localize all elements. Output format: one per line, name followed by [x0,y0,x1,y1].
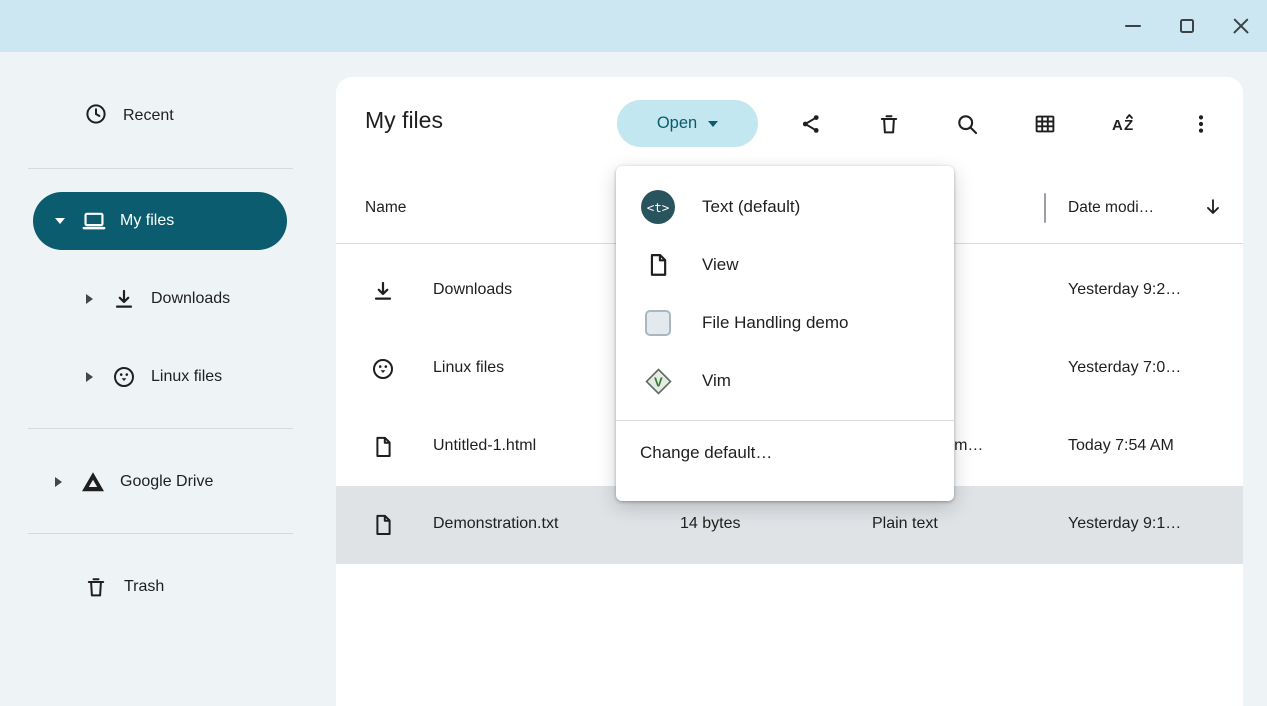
app-square-icon [640,310,676,336]
more-icon [1189,112,1213,136]
page-title: My files [365,107,443,134]
file-size: 14 bytes [680,515,740,533]
delete-icon [877,112,901,136]
svg-text:A: A [1112,117,1123,134]
minimize-button[interactable] [1123,16,1143,36]
sidebar-item-label: Recent [123,107,174,125]
open-with-menu: <t> Text (default) View File Handling de… [616,166,954,501]
grid-view-button[interactable] [1025,104,1065,144]
svg-text:Z: Z [1124,117,1133,134]
close-button[interactable] [1231,16,1251,36]
menu-item-label: View [702,255,739,275]
sort-direction-icon[interactable] [1202,196,1224,223]
share-button[interactable] [791,104,831,144]
file-date-modified: Yesterday 9:1… [1068,515,1181,533]
titlebar [0,0,1267,52]
chevron-right-icon[interactable] [55,477,62,487]
file-name: Untitled-1.html [433,437,536,455]
file-date-modified: Yesterday 7:0… [1068,359,1181,377]
file-date-modified: Yesterday 9:2… [1068,281,1181,299]
delete-button[interactable] [869,104,909,144]
file-icon [371,435,395,459]
file-name: Linux files [433,359,504,377]
file-name: Downloads [433,281,512,299]
sidebar-item-label: Trash [124,578,164,596]
sidebar-divider [28,168,293,169]
column-divider[interactable] [1044,193,1046,223]
open-button[interactable]: Open [617,100,758,147]
column-header-name[interactable]: Name [365,199,406,217]
laptop-icon [81,208,107,234]
sidebar-item-my-files[interactable]: My files [33,192,287,250]
menu-item-label: Vim [702,371,731,391]
sort-button[interactable]: AZ [1104,104,1144,144]
sidebar-item-recent[interactable]: Recent [0,92,320,140]
sidebar-item-label: Google Drive [120,473,213,491]
search-button[interactable] [947,104,987,144]
svg-text:V: V [654,374,663,389]
sidebar-divider [28,428,293,429]
menu-item-file-handling-demo[interactable]: File Handling demo [616,294,954,352]
window-controls [1123,0,1251,52]
document-icon [640,252,676,278]
sidebar-divider [28,533,293,534]
menu-item-vim[interactable]: V Vim [616,352,954,410]
open-button-label: Open [657,114,697,133]
sidebar-item-label: Downloads [151,290,230,308]
menu-divider [616,420,954,421]
chevron-right-icon[interactable] [86,294,93,304]
sidebar-item-label: My files [120,212,174,230]
chevron-down-icon[interactable] [55,218,65,224]
penguin-icon [112,365,136,389]
sidebar-item-downloads[interactable]: Downloads [0,275,320,323]
menu-item-text-default[interactable]: <t> Text (default) [616,178,954,236]
sidebar-item-label: Linux files [151,368,222,386]
drive-icon [81,470,105,494]
more-button[interactable] [1181,104,1221,144]
download-icon [371,279,395,303]
column-header-date-modified[interactable]: Date modi… [1068,199,1154,217]
file-name: Demonstration.txt [433,515,558,533]
share-icon [799,112,823,136]
sidebar-item-google-drive[interactable]: Google Drive [0,458,320,506]
file-date-modified: Today 7:54 AM [1068,437,1174,455]
chevron-right-icon[interactable] [86,372,93,382]
download-icon [112,287,136,311]
menu-item-change-default[interactable]: Change default… [616,425,954,481]
maximize-button[interactable] [1177,16,1197,36]
sort-icon: AZ [1111,111,1137,137]
menu-item-label: File Handling demo [702,313,848,333]
search-icon [955,112,979,136]
clock-icon [84,102,108,131]
menu-item-label: Text (default) [702,197,800,217]
penguin-icon [371,357,395,381]
sidebar-item-linux-files[interactable]: Linux files [0,353,320,401]
file-icon [371,513,395,537]
grid-view-icon [1033,112,1057,136]
text-app-icon: <t> [640,190,676,224]
vim-icon: V [640,368,676,395]
menu-item-view[interactable]: View [616,236,954,294]
sidebar-item-trash[interactable]: Trash [0,563,320,611]
trash-icon [84,575,108,599]
file-type: Plain text [872,515,938,533]
chevron-down-icon [708,121,718,127]
